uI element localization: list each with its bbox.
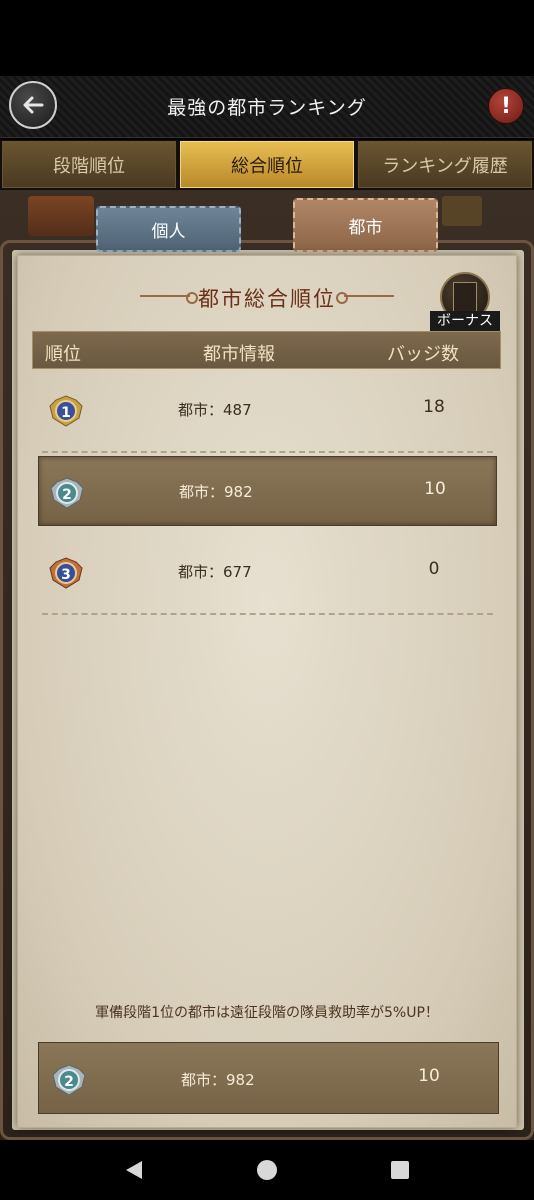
rank-3-badge-icon: 3 — [49, 557, 83, 589]
city-name: 都市：487 — [178, 401, 252, 419]
column-badges: バッジ数 — [387, 344, 459, 365]
rank-2-badge-icon: 2 — [52, 1064, 86, 1096]
subtab-city[interactable]: 都市 — [293, 198, 438, 252]
city-name: 都市：982 — [179, 483, 253, 501]
book-icon — [453, 282, 477, 312]
table-row[interactable]: 2 都市：982 10 — [38, 456, 497, 526]
tab-stage-rank[interactable]: 段階順位 — [2, 141, 176, 188]
my-city-row[interactable]: 2 都市：982 10 — [38, 1042, 499, 1114]
row-divider — [42, 451, 493, 453]
recents-square-icon[interactable] — [388, 1158, 412, 1182]
info-button[interactable]: ! — [488, 88, 524, 124]
badge-count: 18 — [423, 397, 445, 417]
exclamation-icon: ! — [500, 93, 512, 119]
tab-bar: 段階順位 総合順位 ランキング履歴 — [0, 140, 534, 190]
svg-text:1: 1 — [61, 405, 71, 421]
rank-1-badge-icon: 1 — [49, 395, 83, 427]
badge-count: 0 — [428, 559, 440, 579]
home-circle-icon[interactable] — [255, 1158, 279, 1182]
status-bar — [0, 0, 534, 76]
decoration-book — [28, 196, 94, 236]
page-title: 最強の都市ランキング — [167, 97, 367, 119]
column-city-info: 都市情報 — [203, 344, 275, 365]
bonus-notice: 軍備段階1位の都市は遠征段階の隊員救助率が5%UP！ — [95, 1005, 439, 1021]
table-row[interactable]: 1 都市：487 18 — [38, 375, 497, 453]
table-row[interactable]: 3 都市：677 0 — [38, 537, 497, 615]
column-rank: 順位 — [45, 344, 81, 365]
header: 最強の都市ランキング ! — [0, 76, 534, 138]
subtab-individual[interactable]: 個人 — [96, 206, 241, 252]
title-flourish-right — [336, 292, 394, 304]
system-nav-bar — [0, 1140, 534, 1200]
svg-text:3: 3 — [61, 567, 71, 583]
badge-count: 10 — [424, 479, 446, 499]
row-divider — [42, 613, 493, 615]
bonus-label[interactable]: ボーナス — [430, 311, 500, 331]
svg-text:2: 2 — [62, 487, 72, 503]
decoration-item — [442, 196, 482, 226]
tab-ranking-history[interactable]: ランキング履歴 — [358, 141, 532, 188]
svg-text:2: 2 — [64, 1074, 74, 1090]
rank-2-badge-icon: 2 — [50, 477, 84, 509]
my-badge-count: 10 — [418, 1066, 440, 1086]
column-header: 順位 都市情報 バッジ数 — [32, 331, 501, 369]
back-triangle-icon[interactable] — [122, 1158, 146, 1182]
my-city-name: 都市：982 — [181, 1071, 255, 1089]
tab-overall-rank[interactable]: 総合順位 — [180, 141, 354, 188]
city-name: 都市：677 — [178, 563, 252, 581]
